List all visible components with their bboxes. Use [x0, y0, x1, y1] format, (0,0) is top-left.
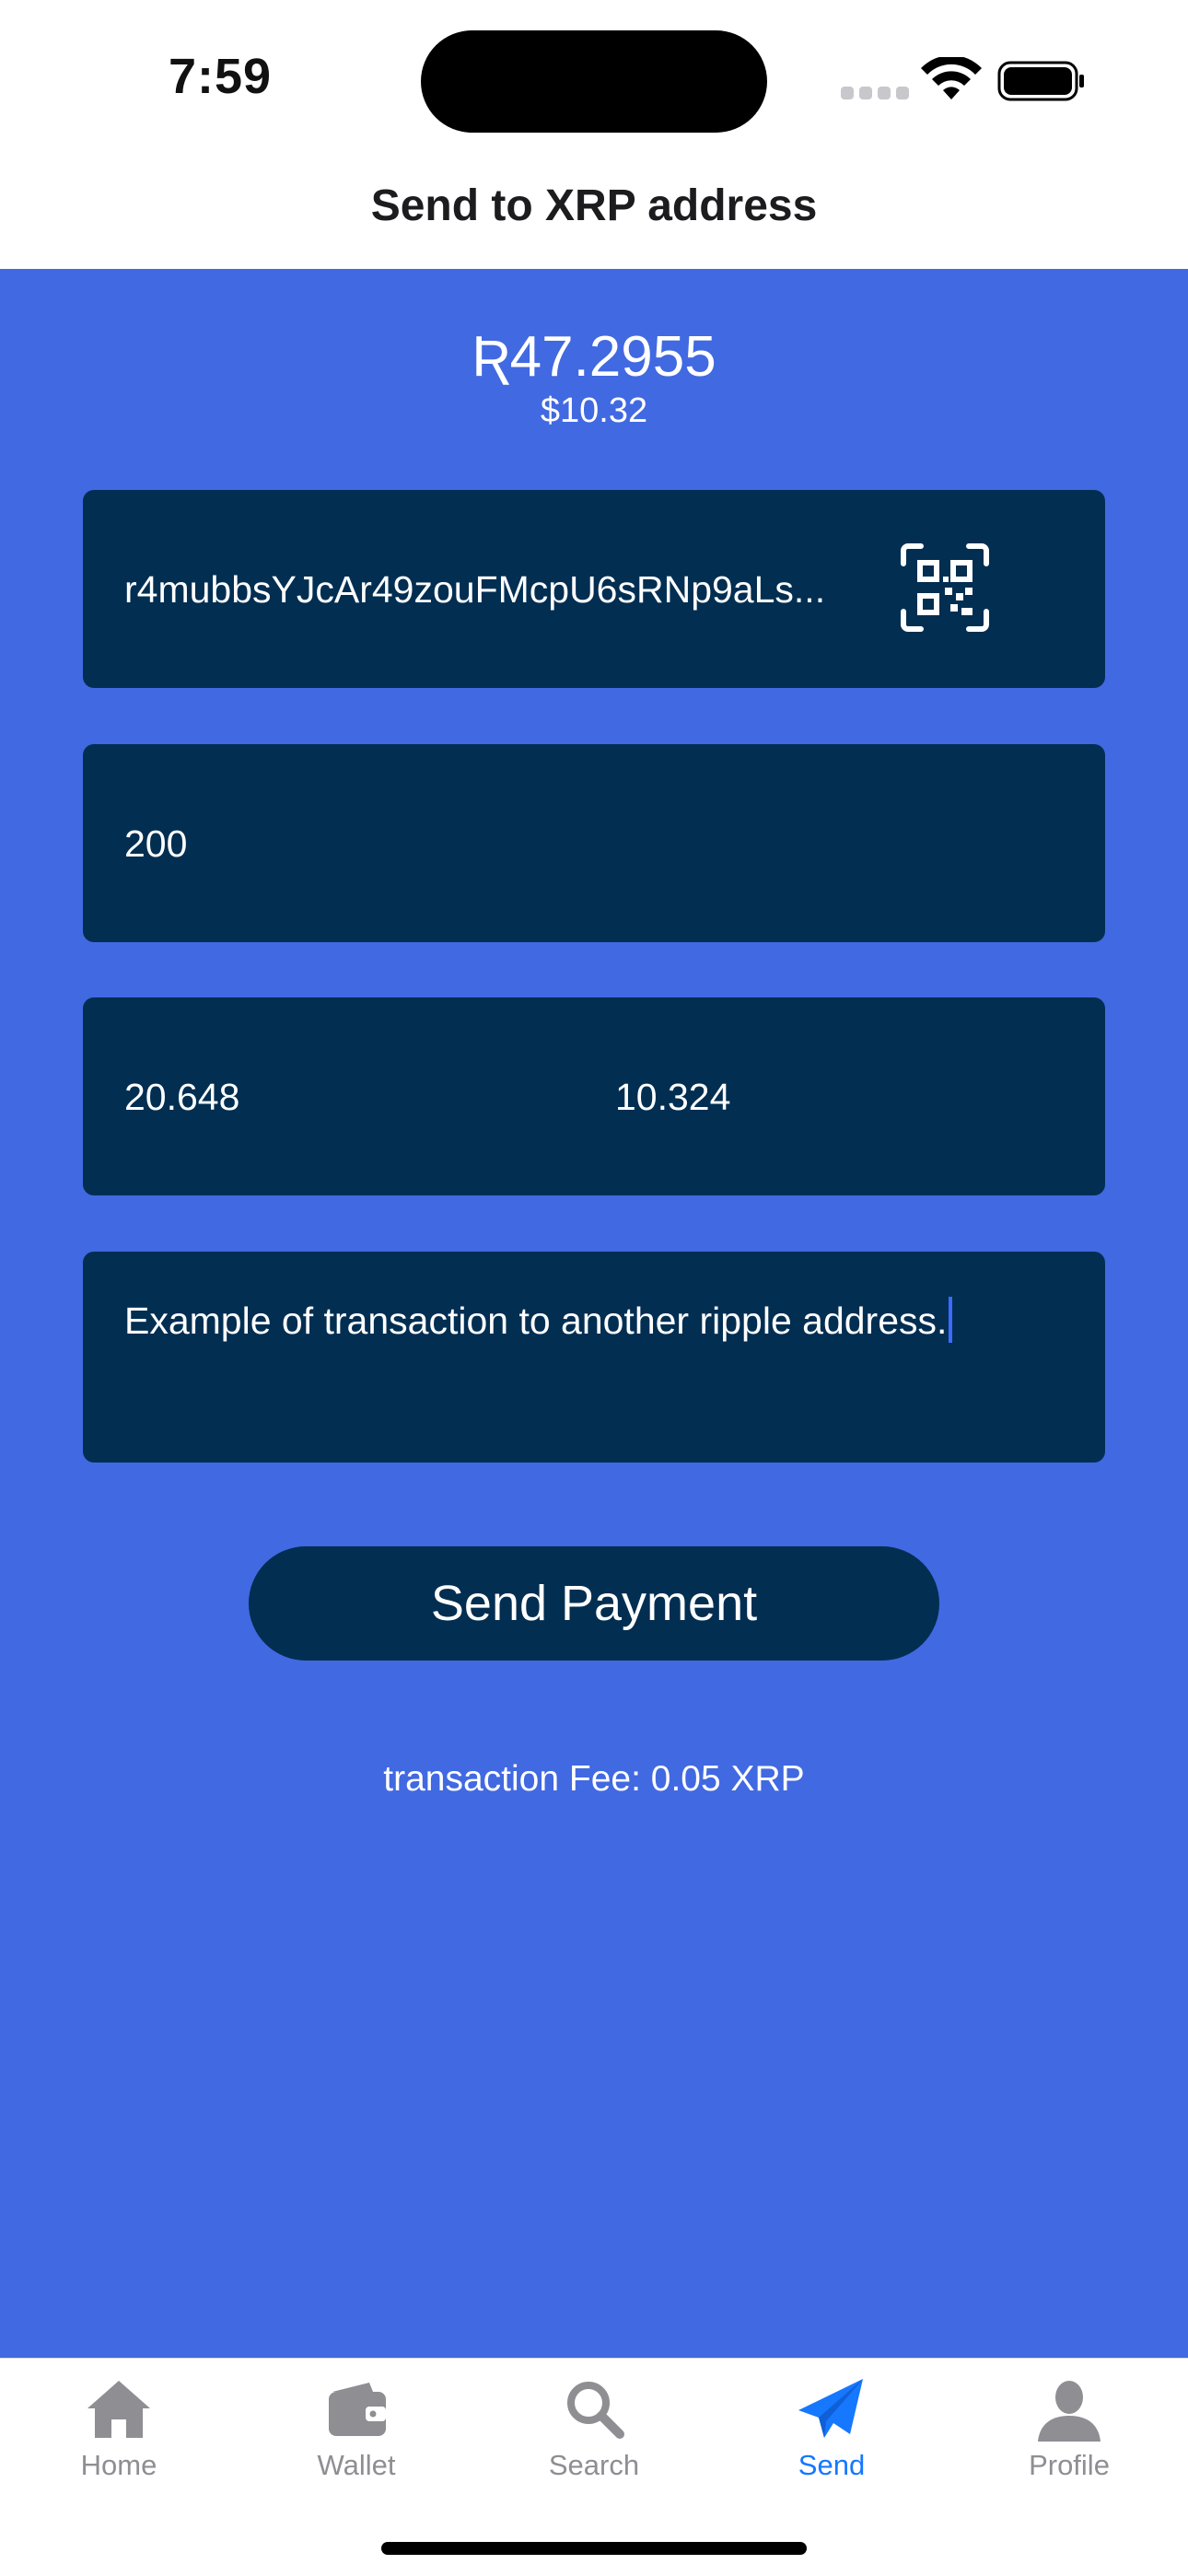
magnifier-icon [567, 2382, 624, 2439]
balance-usd: $10.32 [540, 391, 648, 430]
send-payment-button[interactable]: Send Payment [249, 1546, 939, 1661]
tab-search-label: Search [548, 2449, 640, 2481]
balance-xrp: Ʀ47.2955 [472, 325, 716, 389]
converted-amount-right: 10.324 [615, 1076, 731, 1118]
amount-value: 200 [124, 822, 188, 865]
wifi-icon [921, 57, 982, 99]
paper-plane-icon [798, 2379, 863, 2438]
tab-profile-label: Profile [1029, 2449, 1110, 2481]
tab-home-label: Home [80, 2449, 157, 2481]
memo-text-line: Example of transaction to another ripple… [124, 1297, 953, 1343]
memo-textarea[interactable]: Example of transaction to another ripple… [83, 1252, 1105, 1463]
dynamic-island [421, 30, 767, 133]
memo-value: Example of transaction to another ripple… [124, 1300, 948, 1342]
text-cursor [949, 1297, 953, 1343]
tab-send[interactable]: Send [713, 2377, 950, 2506]
page-title: Send to XRP address [370, 181, 818, 230]
tab-wallet[interactable]: Wallet [238, 2377, 475, 2506]
cellular-signal-icon [841, 87, 909, 99]
converted-amount-field[interactable]: 20.648 10.324 [83, 997, 1105, 1195]
amount-input[interactable]: 200 [83, 744, 1105, 942]
status-bar: 7:59 [0, 0, 1188, 147]
tab-wallet-label: Wallet [317, 2449, 396, 2481]
person-icon [1038, 2381, 1101, 2442]
wallet-icon [329, 2383, 386, 2436]
home-indicator [381, 2542, 807, 2555]
tab-send-label: Send [798, 2449, 866, 2481]
tab-home[interactable]: Home [0, 2377, 238, 2506]
battery-icon [997, 61, 1084, 101]
transaction-fee-text: transaction Fee: 0.05 XRP [383, 1759, 805, 1799]
converted-amount-left: 20.648 [124, 1076, 240, 1118]
house-icon [87, 2381, 150, 2438]
address-field[interactable]: r4mubbsYJcAr49zouFMcpU6sRNp9aLs... [83, 490, 1105, 688]
address-value: r4mubbsYJcAr49zouFMcpU6sRNp9aLs... [124, 568, 826, 611]
qr-code-scan-icon[interactable] [901, 543, 989, 632]
status-time: 7:59 [169, 49, 273, 104]
tab-search[interactable]: Search [475, 2377, 713, 2506]
tab-profile[interactable]: Profile [950, 2377, 1188, 2506]
